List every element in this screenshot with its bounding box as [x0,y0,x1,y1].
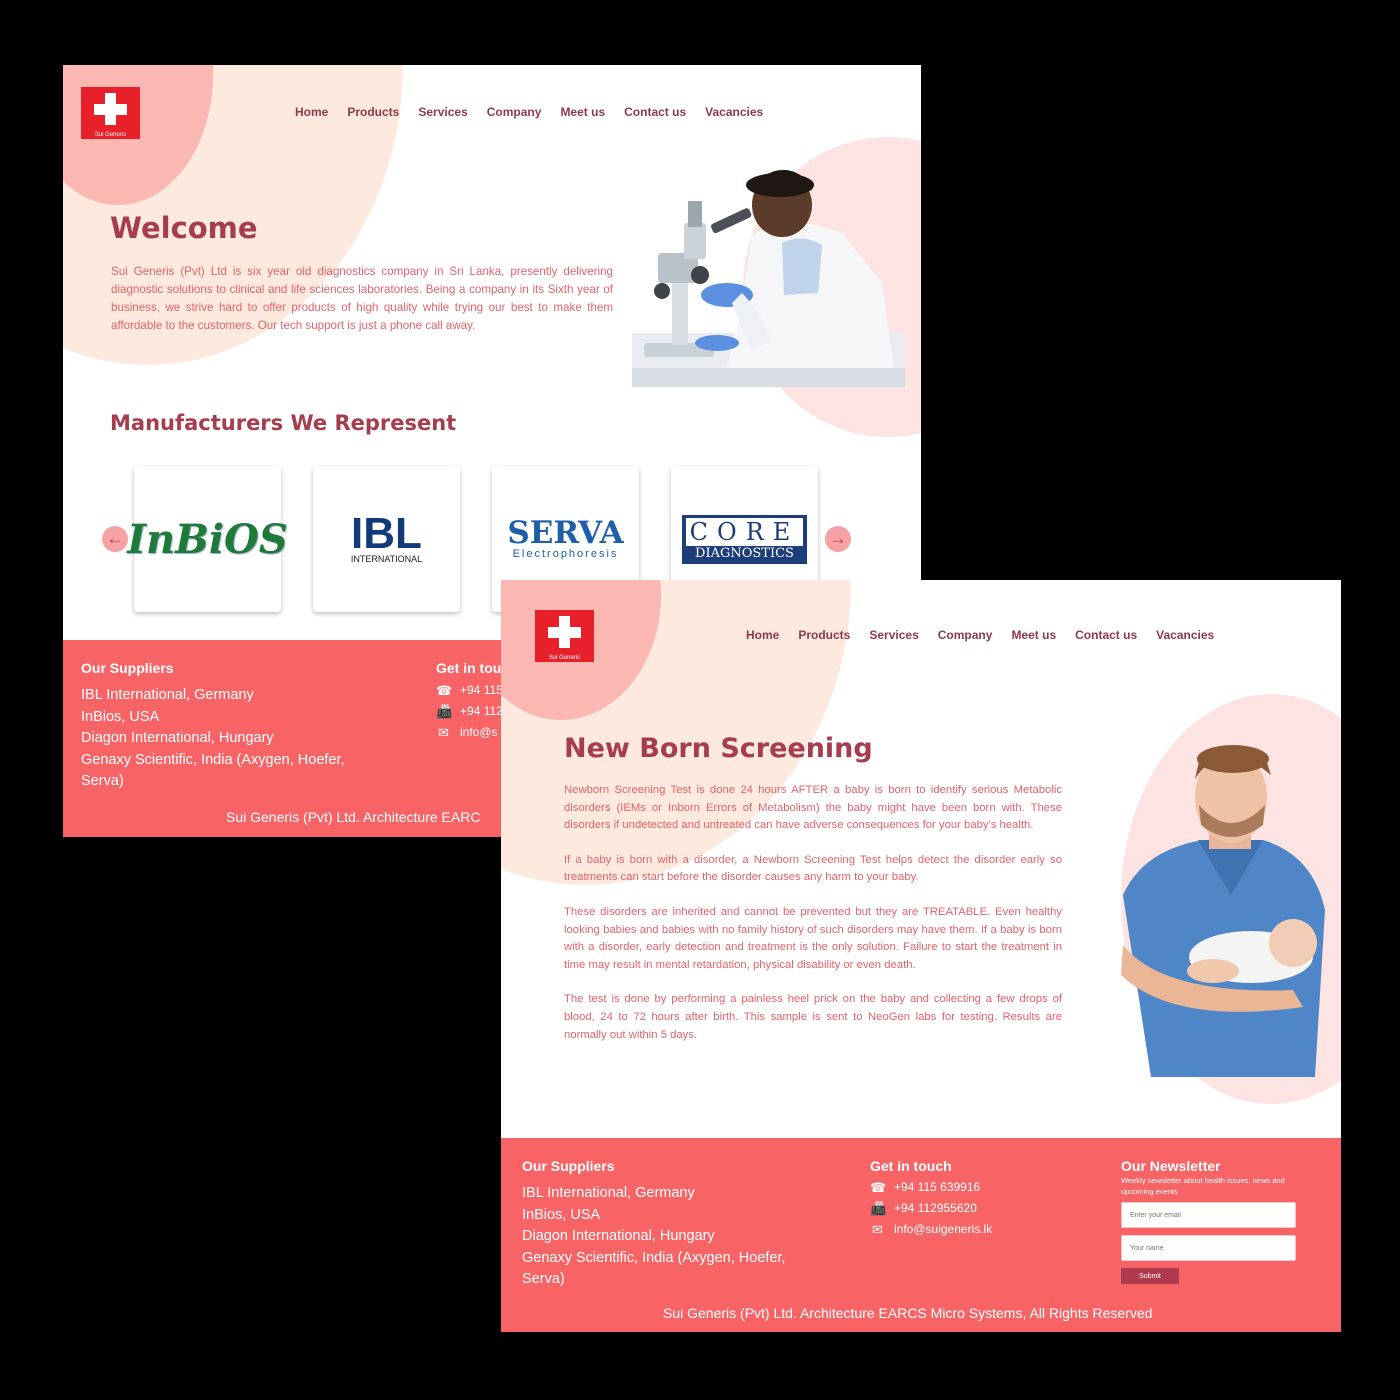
suppliers-heading: Our Suppliers [522,1158,615,1174]
core-logo: CORE [685,517,804,546]
paragraph: If a baby is born with a disorder, a New… [564,853,1062,884]
nav-products[interactable]: Products [798,628,850,642]
nav-vacancies[interactable]: Vacancies [705,105,763,119]
suppliers-list: IBL International, Germany InBios, USA D… [522,1183,786,1291]
suppliers-list: IBL International, Germany InBios, USA D… [81,685,345,793]
nav-meet-us[interactable]: Meet us [560,105,605,119]
mail-icon: ✉ [872,1222,883,1237]
nav-home[interactable]: Home [746,628,779,642]
newsletter-submit-button[interactable]: Submit [1121,1268,1179,1284]
newsletter-heading: Our Newsletter [1121,1158,1221,1174]
nav-meet-us[interactable]: Meet us [1011,628,1056,642]
contact-heading: Get in tou [436,660,502,676]
fax-icon: 📠 [436,704,453,719]
nav-company[interactable]: Company [487,105,542,119]
screening-text: Newborn Screening Test is done 24 hours … [564,782,1062,1061]
newsletter-email-input[interactable] [1121,1202,1296,1228]
nurse-with-baby-image [1103,745,1331,1077]
manufacturer-card-ibl[interactable]: IBL INTERNATIONAL [313,466,460,612]
nav-services[interactable]: Services [869,628,918,642]
newborn-screening-screenshot: Sui Generis Home Products Services Compa… [501,580,1341,1332]
paragraph: The test is done by performing a painles… [564,993,1062,1041]
supplier-item: InBios, USA [522,1206,601,1223]
supplier-item: Genaxy Scientific, India (Axygen, Hoefer… [522,1249,786,1266]
carousel-next-button[interactable]: → [825,526,851,552]
scientist-microscope-image [632,163,905,387]
supplier-item: IBL International, Germany [81,687,254,703]
phone-number[interactable]: +94 115 639916 [894,1177,980,1198]
footer: Our Suppliers IBL International, Germany… [501,1138,1341,1332]
phone-number[interactable]: +94 115 [460,680,503,701]
fax-number[interactable]: +94 112 [460,701,503,722]
supplier-item: Diagon International, Hungary [522,1228,715,1244]
email-link[interactable]: info@s [460,722,498,743]
supplier-item: InBios, USA [81,708,160,725]
newsletter-description: Weekly newsletter about health issues, n… [1121,1176,1285,1196]
supplier-item: Serva) [81,773,124,789]
manufacturers-heading: Manufacturers We Represent [110,411,457,435]
mail-icon: ✉ [438,725,449,740]
phone-icon: ☎ [436,683,453,698]
contact-heading: Get in touch [870,1158,952,1174]
supplier-item: IBL International, Germany [522,1185,695,1201]
newsletter-name-input[interactable] [1121,1235,1296,1261]
contact-list: ☎ +94 115 639916 📠 +94 112955620 ✉ info@sui… [870,1177,992,1240]
core-sub: DIAGNOSTICS [695,545,794,561]
supplier-item: Genaxy Scientific, India (Axygen, Hoefer… [81,751,345,768]
supplier-item: Serva) [522,1271,565,1287]
fax-number[interactable]: +94 112955620 [894,1198,977,1219]
logo[interactable]: Sui Generis [535,610,594,662]
nav-contact-us[interactable]: Contact us [624,105,686,119]
ibl-logo: IBL [351,509,422,558]
supplier-item: Diagon International, Hungary [81,730,274,746]
serva-logo: SERVA [507,515,624,551]
serva-sub: Electrophoresis [512,548,619,560]
phone-icon: ☎ [870,1180,887,1195]
paragraph: These disorders are inherited and cannot… [564,905,1062,971]
page-title: Welcome [110,211,258,245]
copyright: Sui Generis (Pvt) Ltd. Architecture EARC… [663,1305,1153,1321]
paragraph: Newborn Screening Test is done 24 hours … [564,784,1062,832]
nav-services[interactable]: Services [418,105,467,119]
fax-icon: 📠 [870,1201,887,1216]
nav-contact-us[interactable]: Contact us [1075,628,1137,642]
main-nav: Home Products Services Company Meet us C… [295,105,763,119]
inbios-logo: InBiOS [127,515,288,563]
copyright: Sui Generis (Pvt) Ltd. Architecture EARC [226,809,481,825]
ibl-sub: INTERNATIONAL [350,554,423,564]
nav-home[interactable]: Home [295,105,328,119]
suppliers-heading: Our Suppliers [81,660,174,676]
manufacturer-card-inbios[interactable]: InBiOS [127,466,288,612]
nav-products[interactable]: Products [347,105,399,119]
email-link[interactable]: info@suigeneris.lk [894,1219,992,1240]
nav-vacancies[interactable]: Vacancies [1156,628,1214,642]
carousel-prev-button[interactable]: ← [102,526,128,552]
welcome-text: Sui Generis (Pvt) Ltd is six year old di… [111,265,613,332]
page-title: New Born Screening [564,733,873,764]
logo[interactable]: Sui Generis [81,87,140,139]
main-nav: Home Products Services Company Meet us C… [746,628,1214,642]
contact-list: ☎ +94 115 📠 +94 112 ✉ info@s [436,680,503,743]
nav-company[interactable]: Company [938,628,993,642]
